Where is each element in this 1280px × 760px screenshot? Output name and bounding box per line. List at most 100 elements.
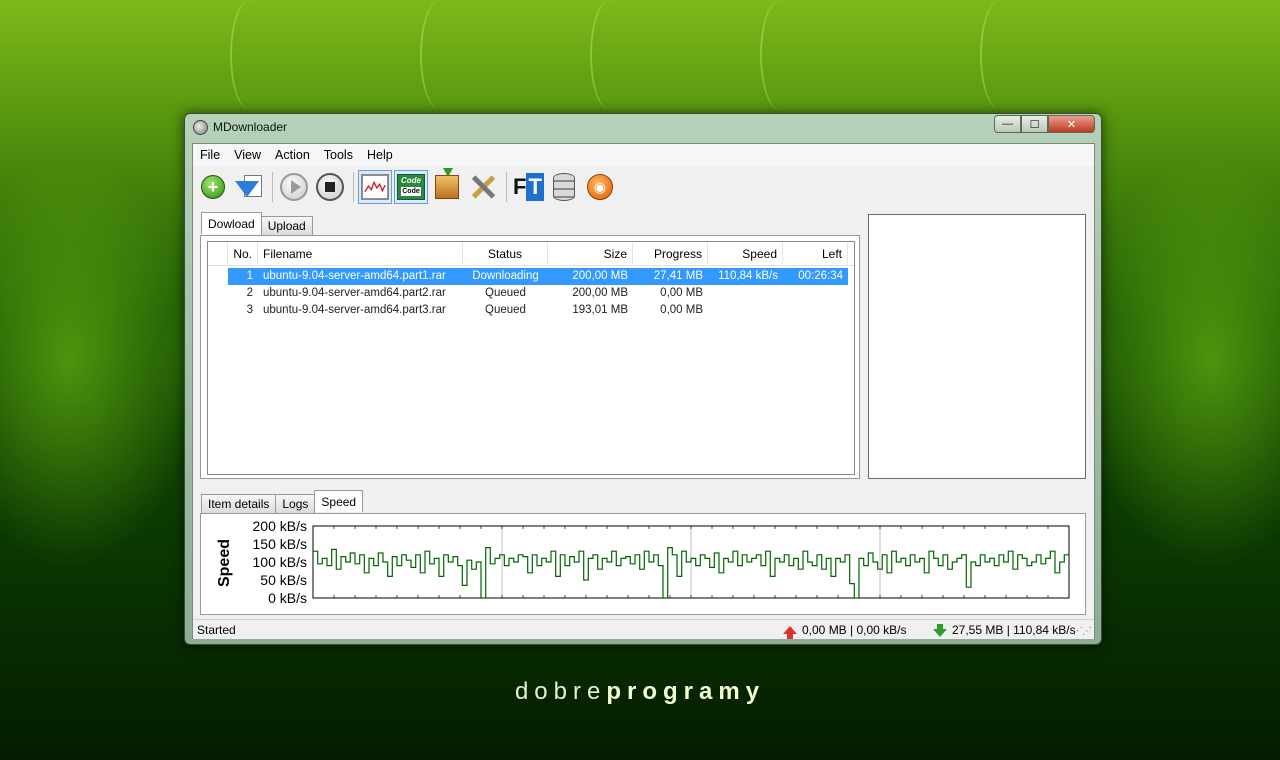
- download-list[interactable]: No. Filename Status Size Progress Speed …: [207, 241, 855, 475]
- table-row[interactable]: 2 ubuntu-9.04-server-amd64.part2.rar Que…: [208, 285, 854, 302]
- stop-button[interactable]: [313, 170, 347, 204]
- tab-item-details[interactable]: Item details: [201, 494, 277, 513]
- table-row[interactable]: 1 ubuntu-9.04-server-amd64.part1.rar Dow…: [208, 268, 854, 285]
- speed-graph-button[interactable]: [358, 170, 392, 204]
- resize-grip-icon[interactable]: ⋰⋰: [1073, 626, 1092, 637]
- menu-help[interactable]: Help: [360, 148, 400, 162]
- code-icon-label-top: Code: [401, 176, 421, 185]
- code-button[interactable]: Code Code: [394, 170, 428, 204]
- rss-icon: ◉: [587, 174, 613, 200]
- green-plus-icon: +: [201, 175, 225, 199]
- row-filename: ubuntu-9.04-server-amd64.part3.rar: [263, 304, 446, 316]
- speed-panel: Speed 200 kB/s 150 kB/s 100 kB/s 50 kB/s 0 k…: [200, 513, 1086, 615]
- row-progress: 27,41 MB: [633, 268, 708, 285]
- window-controls: — ☐ ✕: [994, 115, 1095, 133]
- y-tick-label: 150 kB/s: [253, 536, 307, 552]
- client-area: File View Action Tools Help + Code Code F…: [192, 143, 1095, 639]
- tab-upload[interactable]: Upload: [260, 216, 313, 235]
- row-speed: [708, 302, 783, 319]
- row-size: 200,00 MB: [572, 287, 628, 299]
- toolbar: + Code Code FT ◉: [193, 166, 1094, 208]
- upload-status-text: 0,00 MB | 0,00 kB/s: [802, 623, 907, 637]
- column-header-no[interactable]: No.: [228, 242, 258, 266]
- close-button[interactable]: ✕: [1048, 115, 1095, 133]
- brand-logo: dobreprogramy: [0, 678, 1280, 706]
- column-header-size[interactable]: Size: [548, 242, 633, 266]
- row-gutter: [208, 285, 228, 302]
- row-status: Queued: [485, 304, 526, 316]
- app-icon[interactable]: [193, 120, 208, 135]
- box-icon: [435, 168, 459, 199]
- stop-icon: [316, 173, 344, 201]
- menu-tools[interactable]: Tools: [317, 148, 360, 162]
- table-row[interactable]: 3 ubuntu-9.04-server-amd64.part3.rar Que…: [208, 302, 854, 319]
- preview-panel: [868, 214, 1086, 479]
- row-no: 3: [246, 304, 253, 316]
- list-header: No. Filename Status Size Progress Speed …: [208, 242, 854, 266]
- wallpaper-wave: [590, 0, 630, 110]
- menu-action[interactable]: Action: [268, 148, 317, 162]
- row-gutter: [208, 302, 228, 319]
- packages-button[interactable]: [430, 168, 464, 204]
- speed-axis-label: Speed: [216, 539, 233, 588]
- details-tabs: Item details Logs Speed: [201, 490, 364, 513]
- column-header-progress[interactable]: Progress: [633, 242, 708, 266]
- window-title: MDownloader: [213, 120, 288, 134]
- column-header-speed[interactable]: Speed: [708, 242, 783, 266]
- row-status: Queued: [485, 287, 526, 299]
- y-tick-label: 100 kB/s: [253, 554, 307, 570]
- speed-chart: 200 kB/s 150 kB/s 100 kB/s 50 kB/s 0 kB/s: [253, 518, 1070, 606]
- row-gutter: [208, 268, 228, 285]
- column-header-status[interactable]: Status: [463, 242, 548, 266]
- row-no: 2: [246, 287, 253, 299]
- wallpaper-glow: [0, 150, 200, 570]
- wallpaper-wave: [420, 0, 460, 110]
- row-filename: ubuntu-9.04-server-amd64.part2.rar: [263, 287, 446, 299]
- list-rows: 1 ubuntu-9.04-server-amd64.part1.rar Dow…: [208, 268, 854, 319]
- column-header-filename[interactable]: Filename: [258, 242, 463, 266]
- tab-logs[interactable]: Logs: [275, 494, 316, 513]
- menu-view[interactable]: View: [227, 148, 268, 162]
- row-left: [783, 285, 848, 302]
- status-text: Started: [197, 623, 236, 637]
- speed-axis-label-box: Speed: [215, 534, 235, 594]
- row-speed: 110,84 kB/s: [708, 268, 783, 285]
- row-no: 1: [228, 268, 258, 285]
- y-tick-label: 200 kB/s: [253, 518, 307, 534]
- app-window: MDownloader — ☐ ✕ File View Action Tools…: [184, 113, 1102, 645]
- tools-icon: [469, 173, 497, 201]
- tab-download[interactable]: Dowload: [201, 212, 262, 234]
- database-icon: [553, 173, 575, 201]
- code-icon: Code Code: [397, 174, 425, 200]
- menu-bar: File View Action Tools Help: [193, 144, 1094, 166]
- minimize-button[interactable]: —: [994, 115, 1021, 133]
- settings-button[interactable]: [466, 170, 500, 204]
- download-panel: No. Filename Status Size Progress Speed …: [200, 235, 860, 479]
- start-button[interactable]: [277, 170, 311, 204]
- status-bar: Started 0,00 MB | 0,00 kB/s 27,55 MB | 1…: [193, 619, 1094, 639]
- add-download-button[interactable]: +: [196, 170, 230, 204]
- row-speed: [708, 285, 783, 302]
- wallpaper-wave: [230, 0, 270, 110]
- play-icon: [280, 173, 308, 201]
- brand-part1: dobre: [514, 678, 607, 705]
- toolbar-separator: [272, 172, 273, 202]
- download-arrow-icon: [234, 173, 264, 201]
- file-transfer-button[interactable]: FT: [511, 170, 545, 204]
- title-bar[interactable]: MDownloader — ☐ ✕: [185, 114, 1101, 142]
- y-tick-label: 0 kB/s: [268, 590, 307, 606]
- upload-status: 0,00 MB | 0,00 kB/s: [783, 623, 907, 639]
- maximize-button[interactable]: ☐: [1021, 115, 1048, 133]
- row-progress: 0,00 MB: [660, 287, 703, 299]
- tab-speed[interactable]: Speed: [314, 490, 364, 512]
- ft-icon-t: T: [526, 173, 544, 201]
- menu-file[interactable]: File: [193, 148, 227, 162]
- download-from-list-button[interactable]: [232, 170, 266, 204]
- toolbar-separator: [353, 172, 354, 202]
- rss-button[interactable]: ◉: [583, 170, 617, 204]
- column-header-left[interactable]: Left: [783, 242, 848, 266]
- download-status: 27,55 MB | 110,84 kB/s: [933, 623, 1076, 637]
- database-button[interactable]: [547, 170, 581, 204]
- row-filename: ubuntu-9.04-server-amd64.part1.rar: [258, 268, 463, 285]
- y-tick-label: 50 kB/s: [260, 572, 307, 588]
